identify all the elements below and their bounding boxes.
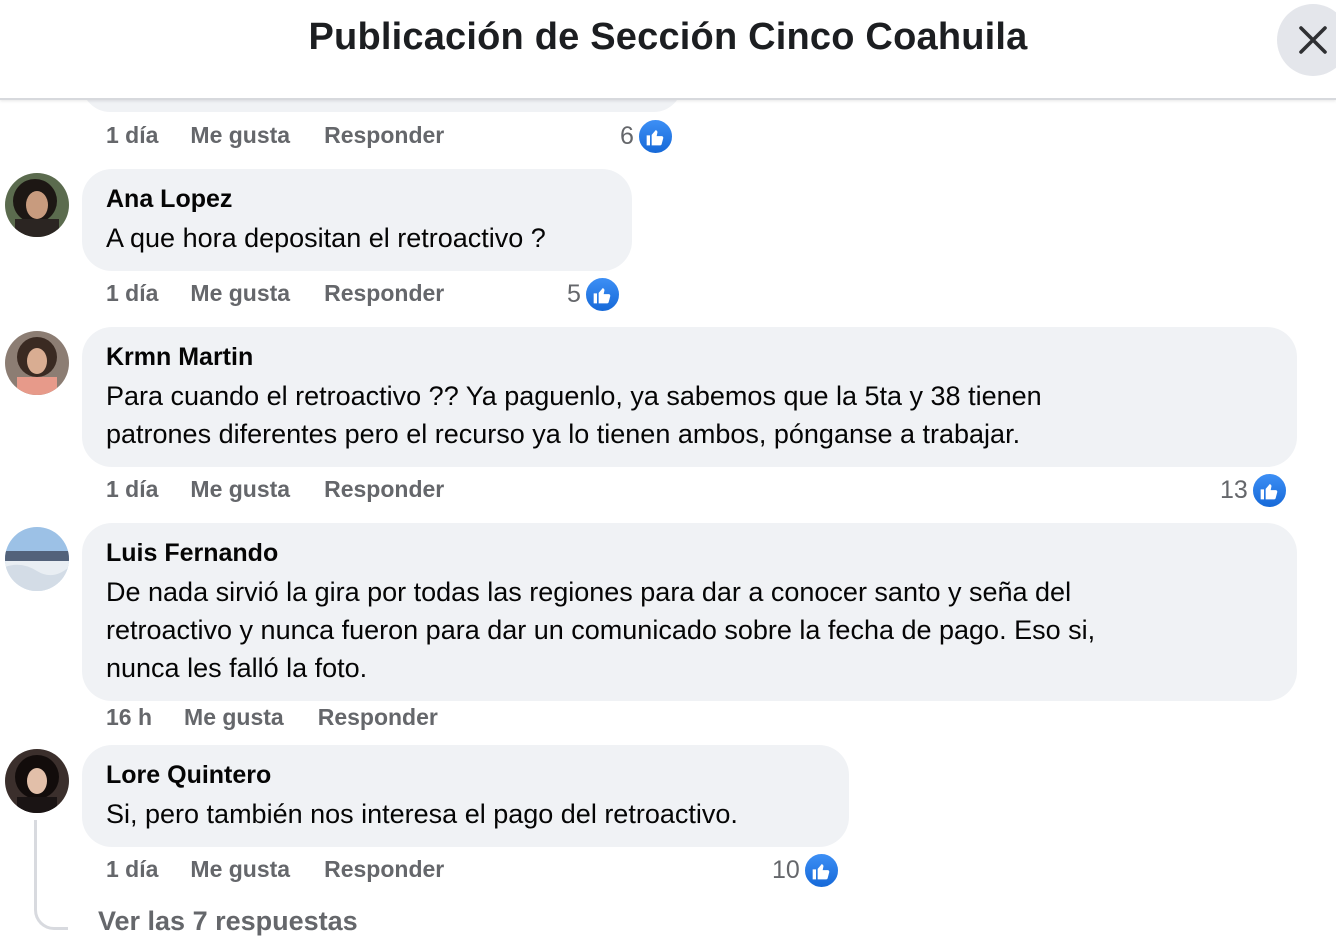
comment-text-line: retroactivo y nunca fueron para dar un c… bbox=[106, 615, 1096, 645]
reaction-count: 5 bbox=[567, 280, 581, 308]
comment-actions: 1 día Me gusta Responder bbox=[106, 280, 478, 307]
reaction-summary[interactable]: 13 bbox=[1220, 472, 1288, 509]
like-button[interactable]: Me gusta bbox=[190, 122, 290, 149]
previous-comment-actions: 1 día Me gusta Responder bbox=[106, 122, 478, 149]
dialog-header: Publicación de Sección Cinco Coahuila bbox=[0, 0, 1336, 100]
reaction-count: 6 bbox=[620, 122, 634, 150]
comment-time: 16 h bbox=[106, 704, 153, 730]
reply-button[interactable]: Responder bbox=[324, 280, 444, 307]
comment-time: 1 día bbox=[106, 122, 159, 148]
comment-text-line: patrones diferentes pero el recurso ya l… bbox=[106, 419, 1021, 449]
like-thumb-icon bbox=[1250, 472, 1288, 509]
comment-author[interactable]: Ana Lopez bbox=[106, 183, 608, 215]
avatar[interactable] bbox=[5, 173, 69, 237]
reaction-count: 13 bbox=[1220, 476, 1248, 504]
comment-text: Para cuando el retroactivo ?? Ya paguenl… bbox=[106, 377, 1273, 453]
like-thumb-icon bbox=[802, 852, 840, 889]
see-replies-link[interactable]: Ver las 7 respuestas bbox=[98, 906, 358, 937]
comment-author[interactable]: Luis Fernando bbox=[106, 537, 1273, 569]
comment-text-line: Para cuando el retroactivo ?? Ya paguenl… bbox=[106, 381, 1042, 411]
comment-author[interactable]: Lore Quintero bbox=[106, 759, 825, 791]
close-icon bbox=[1299, 26, 1327, 54]
reply-button[interactable]: Responder bbox=[324, 476, 444, 503]
reply-thread-line bbox=[34, 820, 68, 930]
reply-button[interactable]: Responder bbox=[324, 122, 444, 149]
page-title: Publicación de Sección Cinco Coahuila bbox=[308, 16, 1028, 58]
like-button[interactable]: Me gusta bbox=[190, 856, 290, 883]
comment-actions: 16 h Me gusta Responder bbox=[106, 704, 472, 731]
comment-actions: 1 día Me gusta Responder bbox=[106, 856, 478, 883]
reply-button[interactable]: Responder bbox=[318, 704, 438, 731]
like-button[interactable]: Me gusta bbox=[190, 476, 290, 503]
avatar[interactable] bbox=[5, 527, 69, 591]
comment-actions: 1 día Me gusta Responder bbox=[106, 476, 478, 503]
reaction-summary[interactable]: 10 bbox=[772, 852, 840, 889]
comment-time: 1 día bbox=[106, 280, 159, 306]
reaction-summary[interactable]: 5 bbox=[567, 276, 621, 313]
comment-bubble: Lore Quintero Si, pero también nos inter… bbox=[82, 745, 849, 847]
comment-text: De nada sirvió la gira por todas las reg… bbox=[106, 573, 1273, 687]
comments-feed: 1 día Me gusta Responder 6 Ana Lopez A q… bbox=[0, 0, 1336, 936]
avatar[interactable] bbox=[5, 331, 69, 395]
comment-bubble: Krmn Martin Para cuando el retroactivo ?… bbox=[82, 327, 1297, 467]
comment-text: Si, pero también nos interesa el pago de… bbox=[106, 799, 738, 829]
comment-text: A que hora depositan el retroactivo ? bbox=[106, 223, 546, 253]
like-button[interactable]: Me gusta bbox=[184, 704, 284, 731]
comment-text-line: nunca les falló la foto. bbox=[106, 653, 368, 683]
reply-button[interactable]: Responder bbox=[324, 856, 444, 883]
reaction-summary[interactable]: 6 bbox=[620, 118, 674, 155]
avatar[interactable] bbox=[5, 749, 69, 813]
like-thumb-icon bbox=[636, 118, 674, 155]
comment-text-line: De nada sirvió la gira por todas las reg… bbox=[106, 577, 1072, 607]
comment-bubble: Luis Fernando De nada sirvió la gira por… bbox=[82, 523, 1297, 701]
comment-author[interactable]: Krmn Martin bbox=[106, 341, 1273, 373]
like-button[interactable]: Me gusta bbox=[190, 280, 290, 307]
comment-time: 1 día bbox=[106, 856, 159, 882]
close-button[interactable] bbox=[1277, 4, 1336, 76]
reaction-count: 10 bbox=[772, 856, 800, 884]
comment-bubble: Ana Lopez A que hora depositan el retroa… bbox=[82, 169, 632, 271]
comment-time: 1 día bbox=[106, 476, 159, 502]
like-thumb-icon bbox=[583, 276, 621, 313]
